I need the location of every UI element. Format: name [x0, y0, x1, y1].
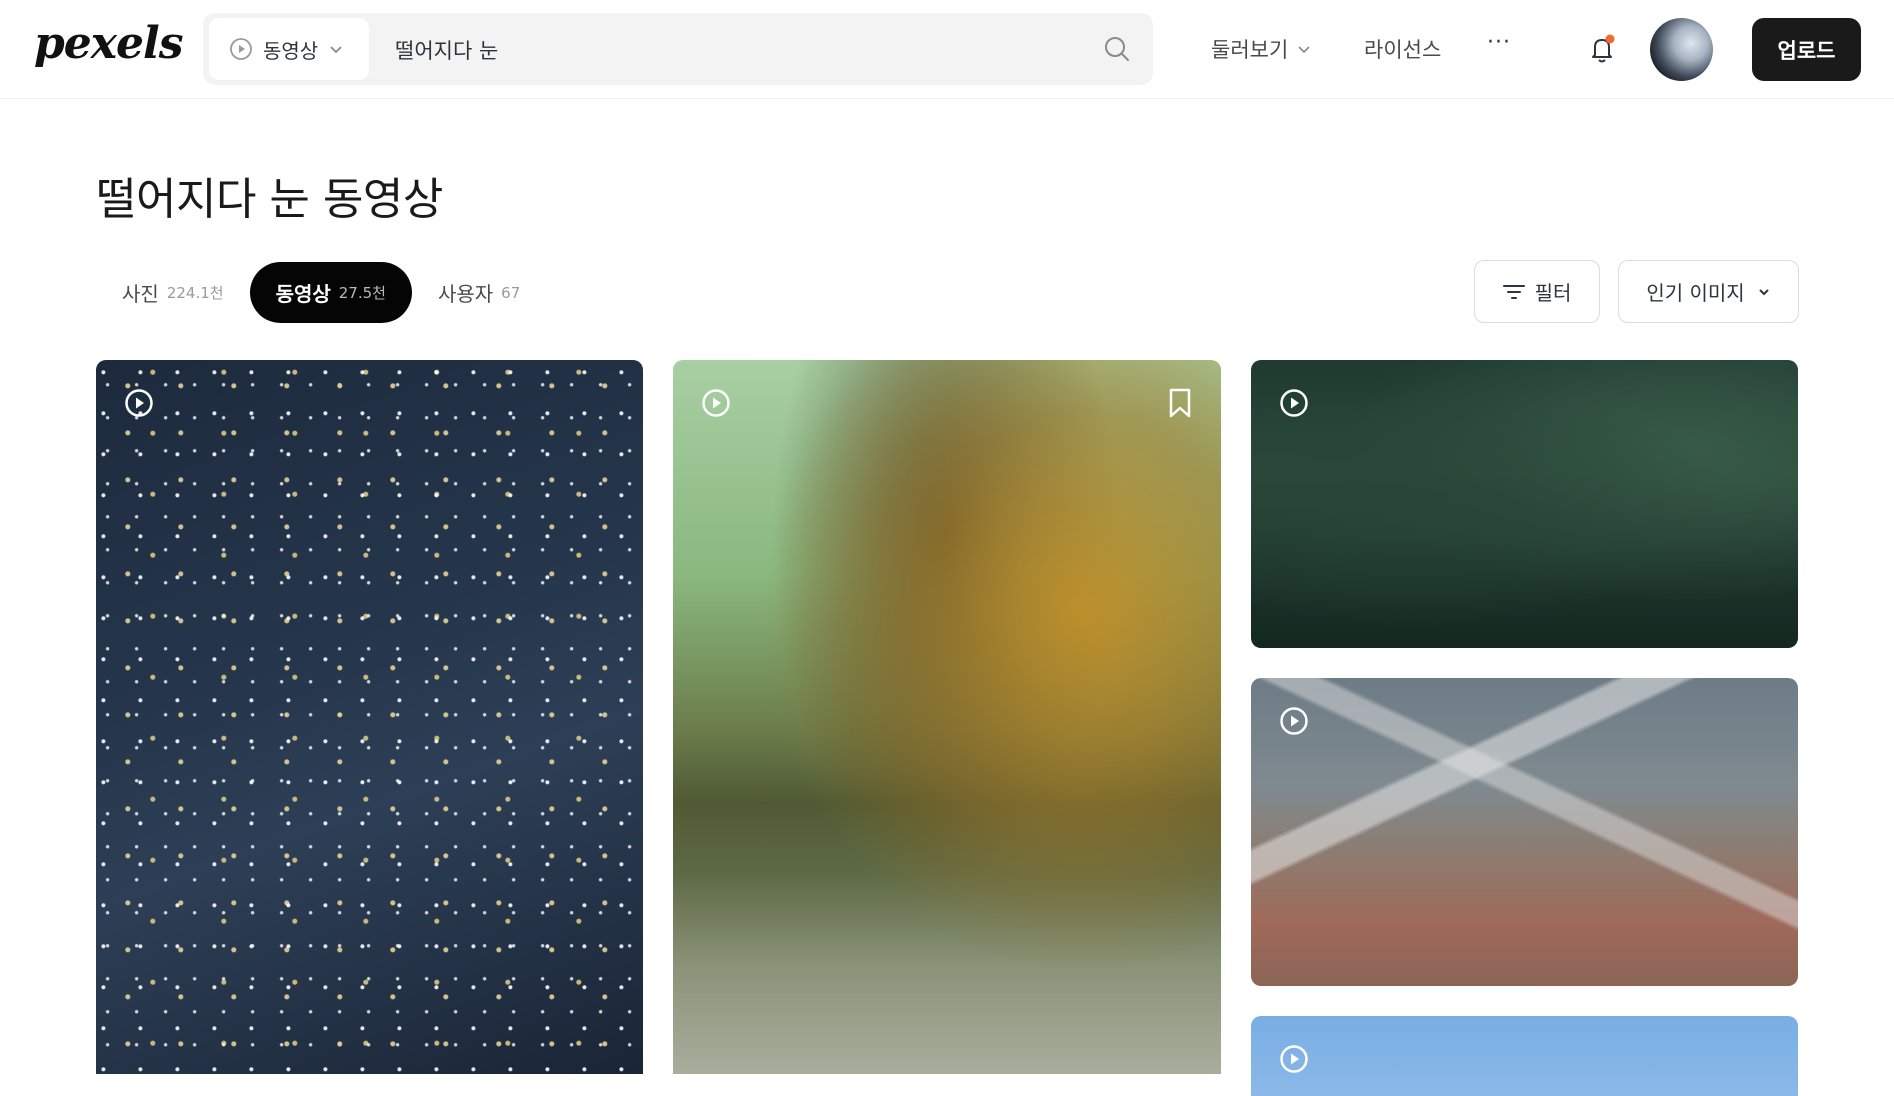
sort-label: 인기 이미지: [1646, 281, 1745, 305]
top-navbar: pexels 동영상 떨어지다 눈 둘러보기 라이선스 ··· 업로드: [0, 0, 1894, 99]
tab-users[interactable]: 사용자 67: [412, 262, 546, 323]
search-icon[interactable]: [1103, 35, 1131, 63]
chevron-down-icon: [330, 46, 342, 54]
tab-count: 224.1천: [166, 284, 224, 302]
video-card[interactable]: [1251, 678, 1798, 986]
play-circle-icon: [125, 389, 153, 417]
nav-explore-label: 둘러보기: [1211, 38, 1289, 62]
play-circle-icon: [230, 38, 252, 60]
media-type-label: 동영상: [263, 38, 319, 63]
notification-dot: [1605, 34, 1615, 44]
user-avatar[interactable]: [1650, 18, 1713, 81]
video-card[interactable]: [96, 360, 643, 1074]
upload-button[interactable]: 업로드: [1752, 18, 1861, 81]
play-circle-icon: [1280, 1045, 1308, 1073]
video-card[interactable]: [673, 360, 1221, 1074]
tab-photos[interactable]: 사진 224.1천: [96, 262, 250, 323]
tab-count: 67: [501, 283, 521, 302]
page-title: 떨어지다 눈 동영상: [96, 174, 443, 225]
play-circle-icon: [1280, 389, 1308, 417]
filter-button[interactable]: 필터: [1474, 260, 1600, 323]
tab-videos[interactable]: 동영상 27.5천: [249, 262, 412, 323]
tab-count: 27.5천: [338, 284, 386, 302]
tab-label: 사용자: [437, 282, 494, 306]
notification-bell-icon[interactable]: [1587, 33, 1617, 65]
more-menu-button[interactable]: ···: [1487, 30, 1511, 55]
filter-label: 필터: [1534, 281, 1572, 305]
play-circle-icon: [702, 389, 730, 417]
tab-label: 사진: [122, 282, 159, 306]
video-card[interactable]: [1251, 360, 1798, 648]
nav-explore[interactable]: 둘러보기: [1211, 34, 1312, 64]
result-type-tabs: 사진 224.1천 동영상 27.5천 사용자 67: [96, 262, 546, 323]
play-circle-icon: [1280, 707, 1308, 735]
video-card[interactable]: [1251, 1016, 1798, 1096]
search-input[interactable]: 떨어지다 눈: [395, 35, 498, 65]
chevron-down-icon: [1758, 288, 1769, 295]
pexels-logo[interactable]: pexels: [34, 18, 183, 69]
search-bar: 동영상 떨어지다 눈: [203, 13, 1153, 85]
chevron-down-icon: [1298, 46, 1310, 54]
nav-license[interactable]: 라이선스: [1364, 34, 1441, 64]
filter-icon: [1502, 284, 1525, 299]
sort-select[interactable]: 인기 이미지: [1618, 260, 1799, 323]
bookmark-icon[interactable]: [1167, 388, 1193, 418]
tab-label: 동영상: [275, 282, 331, 306]
media-type-select[interactable]: 동영상: [209, 18, 369, 80]
